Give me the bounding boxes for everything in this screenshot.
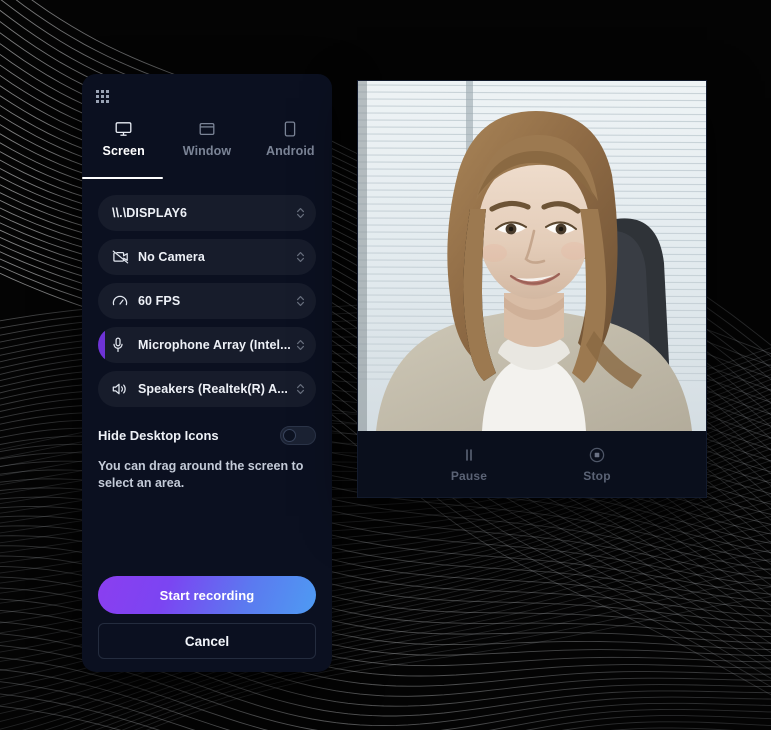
microphone-active-accent xyxy=(98,327,105,363)
drag-handle-icon[interactable] xyxy=(96,90,112,104)
camera-select[interactable]: No Camera xyxy=(98,239,316,275)
hide-desktop-icons-row: Hide Desktop Icons xyxy=(98,423,316,447)
microphone-select[interactable]: Microphone Array (Intel... xyxy=(98,327,316,363)
tab-window[interactable]: Window xyxy=(165,118,248,178)
tab-window-label: Window xyxy=(182,144,232,158)
pause-label: Pause xyxy=(450,469,488,483)
tab-android-label: Android xyxy=(266,144,315,158)
monitor-icon xyxy=(115,120,132,138)
chevron-updown-icon[interactable] xyxy=(294,383,306,395)
hide-desktop-icons-toggle[interactable] xyxy=(280,425,316,445)
stop-button[interactable]: Stop xyxy=(560,446,634,483)
camera-off-icon xyxy=(112,250,130,264)
tab-android[interactable]: Android xyxy=(249,118,332,178)
speakers-select[interactable]: Speakers (Realtek(R) A... xyxy=(98,371,316,407)
drag-hint-text: You can drag around the screen to select… xyxy=(98,459,304,490)
pause-button[interactable]: Pause xyxy=(432,446,506,483)
desktop-background: Screen Window Android \\.\DISPLAY6 No Ca… xyxy=(0,0,771,730)
tab-screen-label: Screen xyxy=(102,144,145,158)
webcam-preview-window: Pause Stop xyxy=(357,80,707,498)
microphone-select-value: Microphone Array (Intel... xyxy=(138,338,291,352)
phone-icon xyxy=(284,120,296,138)
hide-desktop-icons-label: Hide Desktop Icons xyxy=(98,427,219,443)
camera-select-value: No Camera xyxy=(138,250,205,264)
stop-label: Stop xyxy=(583,469,611,483)
webcam-video-feed xyxy=(358,81,706,431)
start-recording-button[interactable]: Start recording xyxy=(98,576,316,614)
speedometer-icon xyxy=(112,294,130,308)
window-icon xyxy=(199,120,215,138)
cancel-button[interactable]: Cancel xyxy=(98,623,316,659)
fps-select[interactable]: 60 FPS xyxy=(98,283,316,319)
toggle-knob xyxy=(283,428,296,442)
chevron-updown-icon[interactable] xyxy=(294,295,306,307)
active-tab-indicator xyxy=(82,177,163,179)
microphone-icon xyxy=(112,337,130,353)
display-select[interactable]: \\.\DISPLAY6 xyxy=(98,195,316,231)
display-select-value: \\.\DISPLAY6 xyxy=(112,206,188,220)
tab-screen[interactable]: Screen xyxy=(82,118,165,178)
speakers-select-value: Speakers (Realtek(R) A... xyxy=(138,382,289,396)
speaker-icon xyxy=(112,382,130,396)
pause-icon xyxy=(463,446,475,464)
source-settings-list: \\.\DISPLAY6 No Camera 60 FPS Microphone… xyxy=(98,195,316,415)
source-tabs: Screen Window Android xyxy=(82,118,332,178)
stop-circle-icon xyxy=(589,446,605,464)
chevron-updown-icon[interactable] xyxy=(294,339,306,351)
chevron-updown-icon[interactable] xyxy=(294,251,306,263)
chevron-updown-icon[interactable] xyxy=(294,207,306,219)
preview-controls-bar: Pause Stop xyxy=(358,431,706,497)
fps-select-value: 60 FPS xyxy=(138,294,181,308)
